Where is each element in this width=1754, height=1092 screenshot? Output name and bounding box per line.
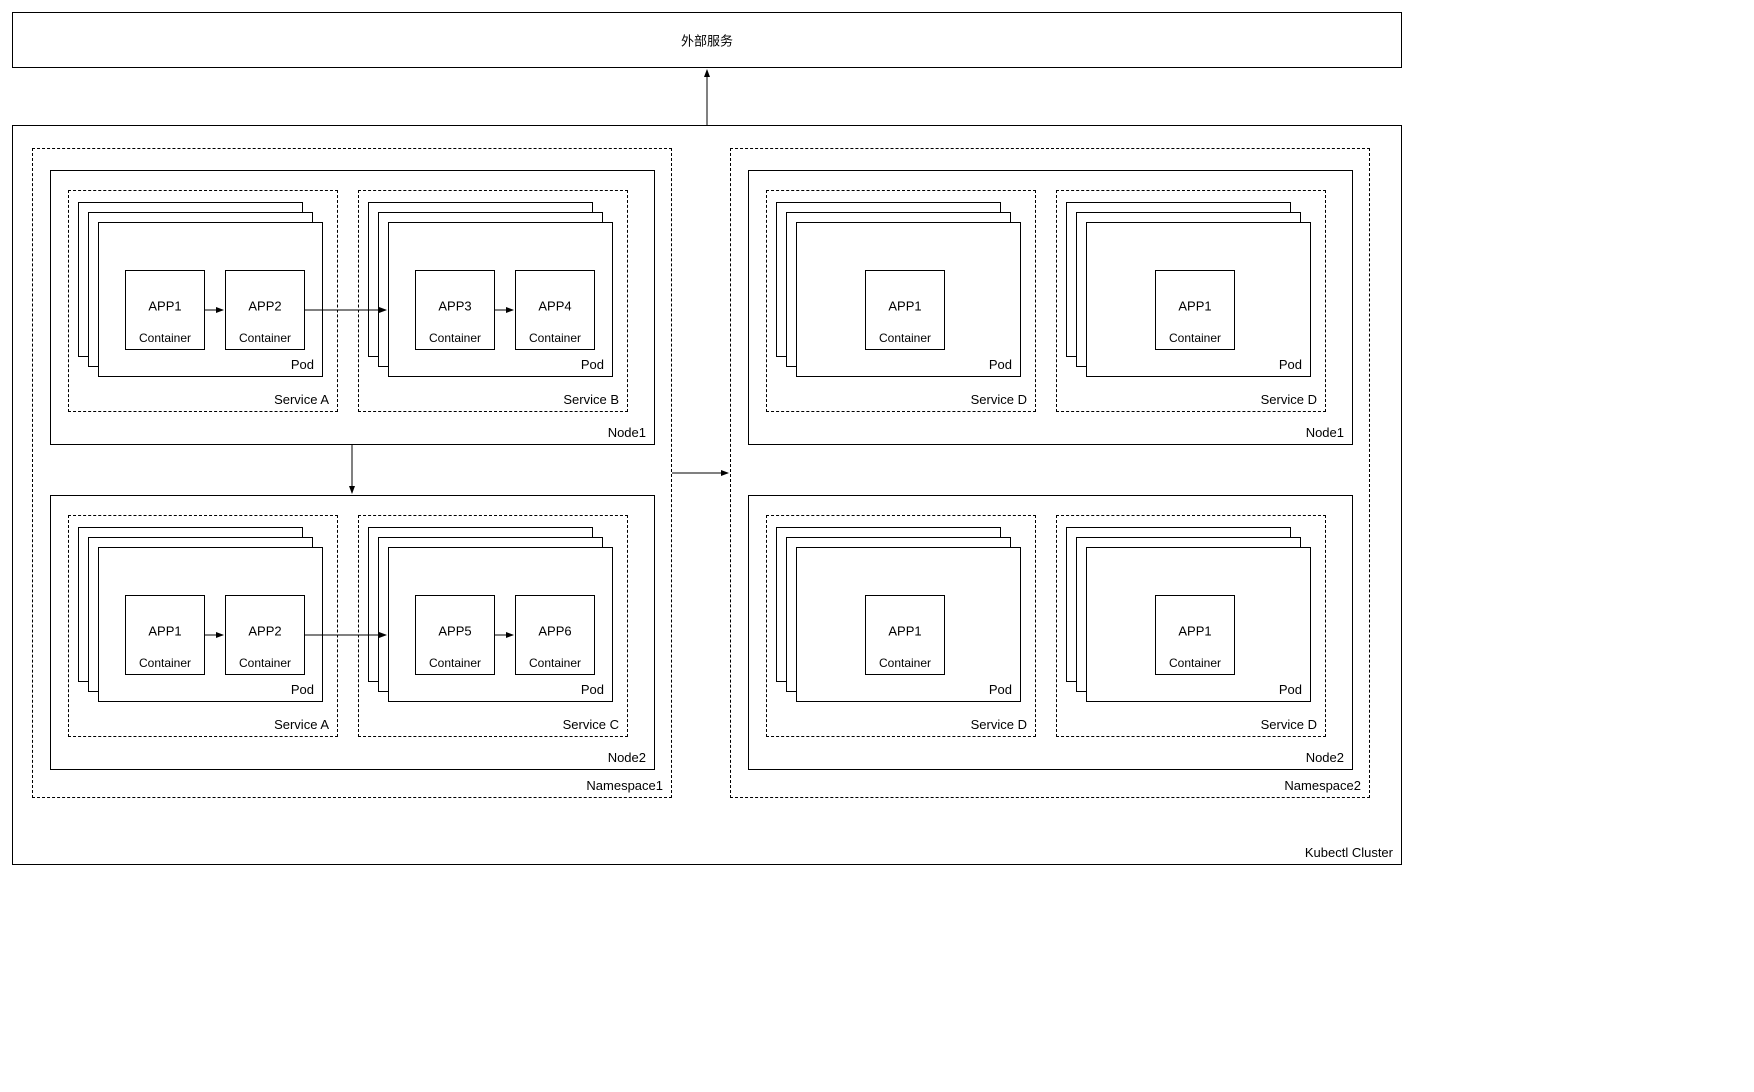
app2-container: APP2 Container [225,270,305,350]
ns2-node1-label: Node1 [1306,425,1344,440]
pod-label: Pod [581,682,604,697]
app1-container: APP1 Container [125,270,205,350]
app2-container: APP2 Container [225,595,305,675]
app5-container: APP5 Container [415,595,495,675]
app4-container: APP4 Container [515,270,595,350]
container-label: Container [429,656,481,670]
container-label: Container [139,331,191,345]
pod-label: Pod [1279,682,1302,697]
app1-container: APP1 Container [865,270,945,350]
container-label: Container [239,331,291,345]
app1-label: APP1 [888,624,921,639]
app3-label: APP3 [438,299,471,314]
external-service-label: 外部服务 [681,31,733,50]
pod-label: Pod [291,682,314,697]
container-label: Container [879,331,931,345]
serviceD-label: Service D [971,392,1027,407]
app1-container: APP1 Container [1155,270,1235,350]
app5-label: APP5 [438,624,471,639]
serviceD-label: Service D [1261,392,1317,407]
pod-label: Pod [1279,357,1302,372]
pod-label: Pod [989,682,1012,697]
container-label: Container [239,656,291,670]
app1-container: APP1 Container [1155,595,1235,675]
container-label: Container [879,656,931,670]
ns1-node1-label: Node1 [608,425,646,440]
app1-label: APP1 [888,299,921,314]
app1-container: APP1 Container [865,595,945,675]
namespace1-label: Namespace1 [586,778,663,793]
app1-label: APP1 [1178,624,1211,639]
app1-label: APP1 [148,624,181,639]
ns1-node2-serviceC-label: Service C [563,717,619,732]
app2-label: APP2 [248,624,281,639]
container-label: Container [1169,331,1221,345]
external-service-box: 外部服务 [12,12,1402,68]
serviceD-label: Service D [971,717,1027,732]
pod-label: Pod [581,357,604,372]
app6-container: APP6 Container [515,595,595,675]
ns1-node1-serviceB-label: Service B [563,392,619,407]
ns1-node2-label: Node2 [608,750,646,765]
app1-container: APP1 Container [125,595,205,675]
container-label: Container [529,331,581,345]
pod-label: Pod [291,357,314,372]
app4-label: APP4 [538,299,571,314]
app2-label: APP2 [248,299,281,314]
pod-label: Pod [989,357,1012,372]
app6-label: APP6 [538,624,571,639]
cluster-label: Kubectl Cluster [1305,845,1393,860]
app1-label: APP1 [148,299,181,314]
app1-label: APP1 [1178,299,1211,314]
container-label: Container [139,656,191,670]
namespace2-label: Namespace2 [1284,778,1361,793]
container-label: Container [529,656,581,670]
ns2-node2-label: Node2 [1306,750,1344,765]
ns1-node1-serviceA-label: Service A [274,392,329,407]
container-label: Container [429,331,481,345]
ns1-node2-serviceA-label: Service A [274,717,329,732]
container-label: Container [1169,656,1221,670]
serviceD-label: Service D [1261,717,1317,732]
app3-container: APP3 Container [415,270,495,350]
